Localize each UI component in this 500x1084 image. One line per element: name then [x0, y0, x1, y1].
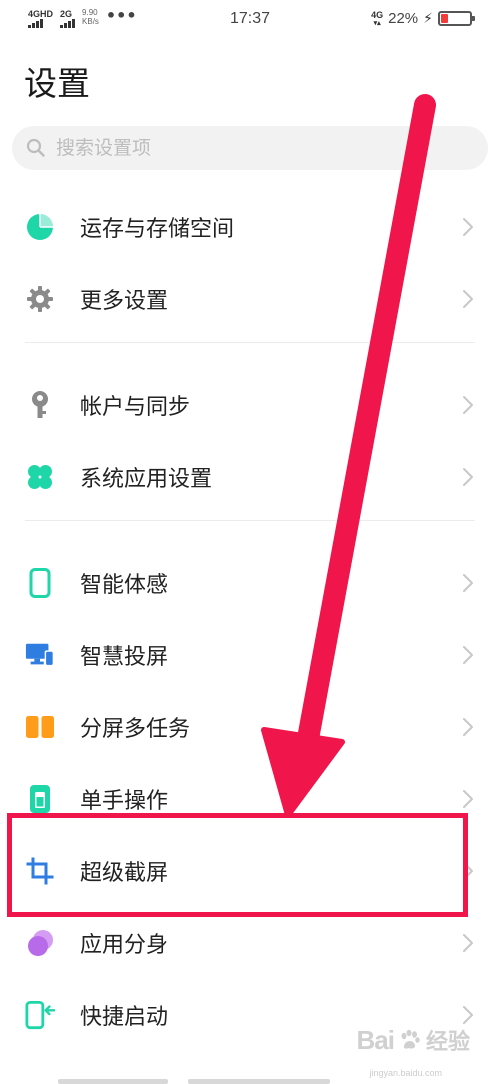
screen-cast-icon [25, 640, 55, 670]
status-right: 4G ▾▴ 22% ⚡ [371, 9, 475, 27]
settings-item-label: 帐户与同步 [80, 395, 191, 420]
settings-item-label: 单手操作 [80, 789, 169, 814]
chevron-right-icon [463, 396, 473, 414]
chevron-right-icon [463, 574, 473, 592]
nav-bar-segment [58, 1079, 168, 1084]
watermark-text: 经验 [425, 1030, 470, 1055]
settings-item-label: 快捷启动 [80, 1005, 169, 1030]
pie-chart-icon [25, 212, 55, 242]
settings-item[interactable]: 分屏多任务 [0, 697, 500, 757]
group-divider [25, 520, 475, 521]
key-icon [25, 390, 55, 420]
settings-item[interactable]: 智慧投屏 [0, 625, 500, 685]
bolt-icon: ⚡ [423, 10, 433, 27]
baidu-watermark: Bai 经验 [357, 1024, 470, 1056]
chevron-right-icon [463, 790, 473, 808]
settings-item[interactable]: 应用分身 [0, 913, 500, 973]
network-type: 4G ▾▴ [371, 9, 384, 27]
watermark-url: jingyan.baidu.com [369, 1068, 442, 1078]
settings-item[interactable]: 帐户与同步 [0, 375, 500, 435]
clover-icon [25, 462, 55, 492]
nav-bar-segment [188, 1079, 330, 1084]
group-divider [25, 342, 475, 343]
paw-icon [401, 1029, 420, 1049]
battery-percent: 22% [388, 10, 419, 27]
settings-item-label: 系统应用设置 [80, 467, 213, 492]
settings-item[interactable]: 系统应用设置 [0, 447, 500, 507]
search-input[interactable] [56, 137, 456, 159]
watermark-logo: Bai [356, 1024, 395, 1055]
settings-item[interactable]: 更多设置 [0, 269, 500, 329]
settings-item-label: 运存与存储空间 [80, 217, 235, 242]
settings-item-label: 应用分身 [80, 933, 169, 958]
highlight-box [7, 813, 468, 917]
search-icon [26, 138, 45, 157]
chevron-right-icon [463, 218, 473, 236]
chevron-right-icon [463, 1006, 473, 1024]
settings-item-label: 分屏多任务 [80, 717, 191, 742]
chevron-right-icon [463, 468, 473, 486]
phone-outline-icon [25, 568, 55, 598]
battery-fill [441, 14, 448, 23]
chevron-right-icon [463, 646, 473, 664]
settings-item-label: 智慧投屏 [80, 645, 169, 670]
settings-item[interactable]: 运存与存储空间 [0, 197, 500, 257]
chevron-right-icon [463, 934, 473, 952]
data-arrows-icon: ▾▴ [373, 19, 381, 27]
status-bar: 4GHD 2G 9.90 KB/s ••• 17:37 4G ▾▴ 22% ⚡ [0, 0, 500, 42]
search-bar[interactable] [12, 126, 488, 170]
one-hand-icon [25, 784, 55, 814]
app-clone-icon [25, 928, 55, 958]
settings-item[interactable]: 智能体感 [0, 553, 500, 613]
chevron-right-icon [463, 718, 473, 736]
battery-icon [438, 11, 475, 26]
quick-launch-icon [25, 1000, 55, 1030]
page-title: 设置 [24, 64, 90, 103]
chevron-right-icon [463, 290, 473, 308]
split-screen-icon [25, 712, 55, 742]
gear-icon [25, 284, 55, 314]
settings-item-label: 智能体感 [80, 573, 169, 598]
network-label: 4G [371, 9, 384, 20]
settings-item-label: 更多设置 [80, 289, 169, 314]
